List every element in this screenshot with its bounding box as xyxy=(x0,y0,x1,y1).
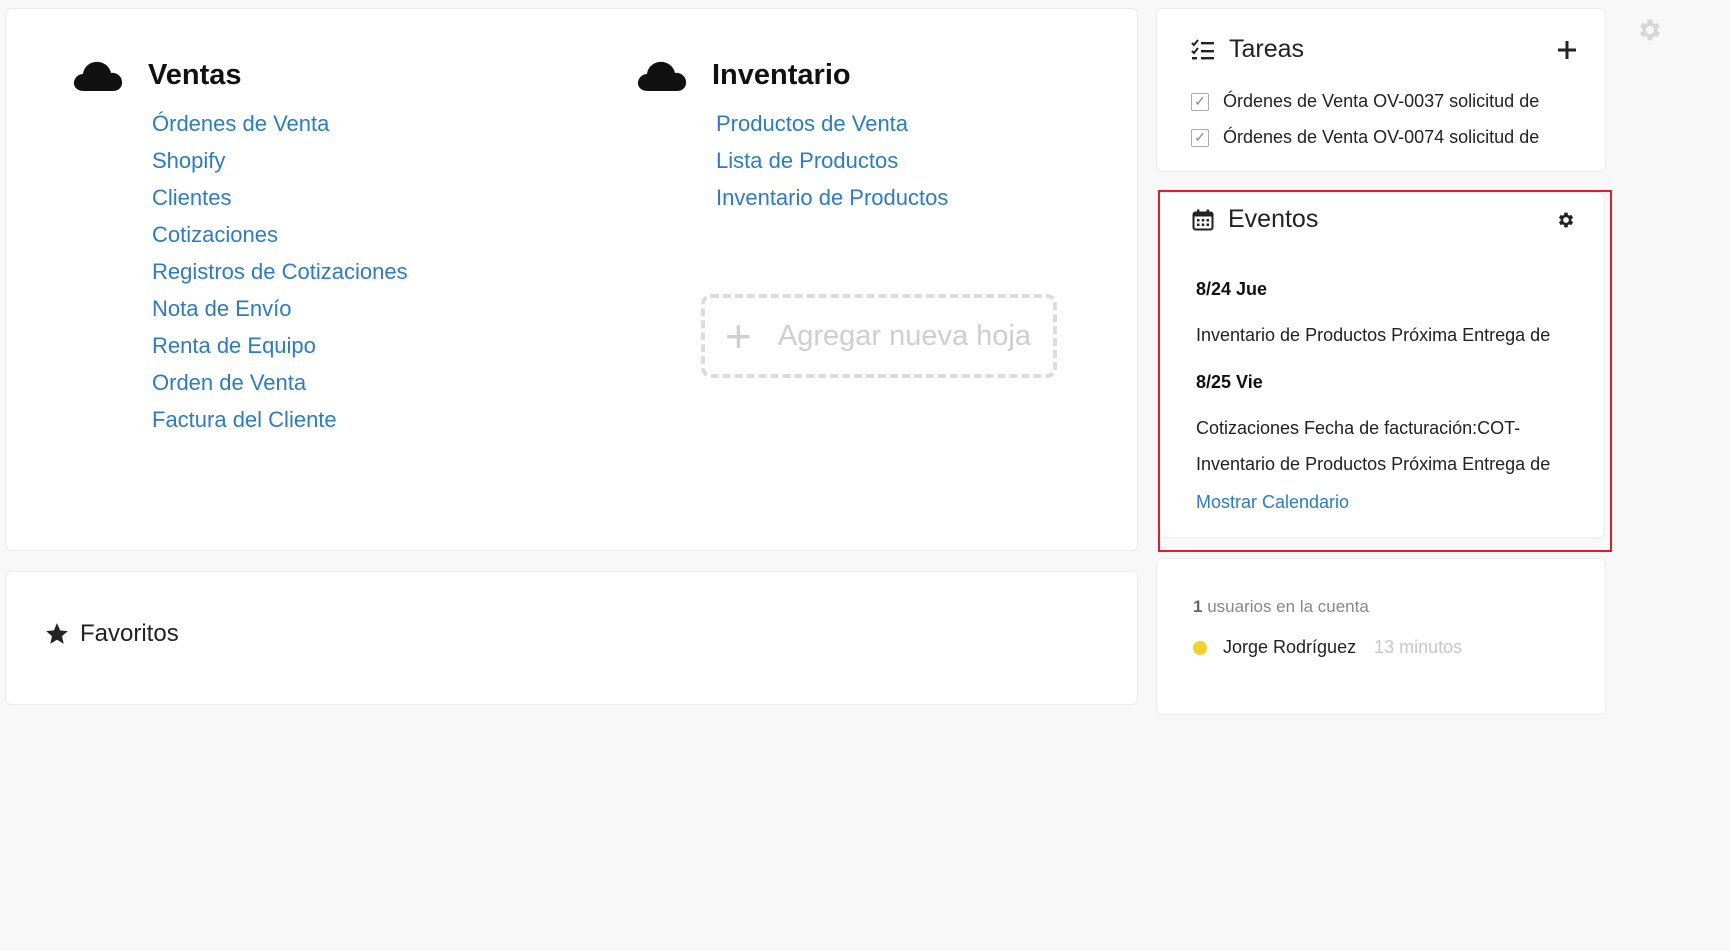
users-count: 1 usuarios en la cuenta xyxy=(1193,597,1369,617)
link-registros-de-cotizaciones[interactable]: Registros de Cotizaciones xyxy=(152,259,408,284)
event-item[interactable]: Cotizaciones Fecha de facturación:COT- xyxy=(1196,418,1520,439)
status-dot-icon xyxy=(1193,640,1207,655)
task-list-icon xyxy=(1191,38,1214,59)
inventario-title: Inventario xyxy=(712,58,851,91)
star-icon xyxy=(46,623,68,644)
user-last-seen: 13 minutos xyxy=(1374,637,1463,657)
gear-icon[interactable] xyxy=(1556,210,1576,230)
link-shopify[interactable]: Shopify xyxy=(152,148,225,173)
ventas-section: Ventas Órdenes de Venta Shopify Clientes… xyxy=(72,55,408,438)
add-sheet-button[interactable]: + Agregar nueva hoja xyxy=(701,294,1057,378)
favorites-title: Favoritos xyxy=(80,620,179,647)
inventario-section: Inventario Productos de Venta Lista de P… xyxy=(636,55,948,216)
user-row[interactable]: Jorge Rodríguez 13 minutos xyxy=(1193,637,1462,658)
add-sheet-label: Agregar nueva hoja xyxy=(777,319,1032,352)
link-factura-del-cliente[interactable]: Factura del Cliente xyxy=(152,407,337,432)
link-orden-de-venta[interactable]: Orden de Venta xyxy=(152,370,306,395)
task-label: Órdenes de Venta OV-0037 solicitud de xyxy=(1223,91,1540,111)
plus-icon: + xyxy=(725,310,752,362)
cloud-icon xyxy=(637,61,687,91)
task-item[interactable]: ✓ Órdenes de Venta OV-0037 solicitud de xyxy=(1191,91,1539,112)
task-item[interactable]: ✓ Órdenes de Venta OV-0074 solicitud de xyxy=(1191,127,1539,148)
link-productos-de-venta[interactable]: Productos de Venta xyxy=(716,111,908,136)
checkbox-icon[interactable]: ✓ xyxy=(1191,128,1209,147)
events-title: Eventos xyxy=(1228,205,1319,233)
event-date: 8/25 Vie xyxy=(1196,372,1263,392)
event-date: 8/24 Jue xyxy=(1196,279,1268,299)
users-count-label: usuarios en la cuenta xyxy=(1207,597,1369,616)
link-lista-de-productos[interactable]: Lista de Productos xyxy=(716,148,898,173)
apps-card: Ventas Órdenes de Venta Shopify Clientes… xyxy=(5,8,1138,551)
cloud-icon xyxy=(73,61,123,91)
tasks-card: Tareas ✓ Órdenes de Venta OV-0037 solici… xyxy=(1156,8,1606,172)
ventas-title: Ventas xyxy=(148,58,242,91)
link-renta-de-equipo[interactable]: Renta de Equipo xyxy=(152,333,316,358)
page-settings-gear-icon[interactable] xyxy=(1636,16,1664,44)
checkbox-icon[interactable]: ✓ xyxy=(1191,92,1209,111)
event-item[interactable]: Inventario de Productos Próxima Entrega … xyxy=(1196,325,1550,346)
events-card: Eventos 8/24 Jue Inventario de Productos… xyxy=(1158,193,1604,537)
link-cotizaciones[interactable]: Cotizaciones xyxy=(152,222,278,247)
event-item[interactable]: Inventario de Productos Próxima Entrega … xyxy=(1196,454,1550,475)
link-clientes[interactable]: Clientes xyxy=(152,185,231,210)
link-inventario-de-productos[interactable]: Inventario de Productos xyxy=(716,185,948,210)
show-calendar-link[interactable]: Mostrar Calendario xyxy=(1196,492,1349,513)
user-name: Jorge Rodríguez xyxy=(1223,637,1357,657)
users-card: 1 usuarios en la cuenta Jorge Rodríguez … xyxy=(1156,558,1606,715)
link-ordenes-de-venta[interactable]: Órdenes de Venta xyxy=(152,111,329,136)
tasks-title: Tareas xyxy=(1229,35,1305,63)
plus-icon[interactable] xyxy=(1557,40,1577,60)
favorites-card: Favoritos xyxy=(5,571,1138,705)
users-count-number: 1 xyxy=(1193,597,1203,616)
calendar-icon xyxy=(1192,209,1214,230)
task-label: Órdenes de Venta OV-0074 solicitud de xyxy=(1223,127,1540,147)
link-nota-de-envio[interactable]: Nota de Envío xyxy=(152,296,291,321)
